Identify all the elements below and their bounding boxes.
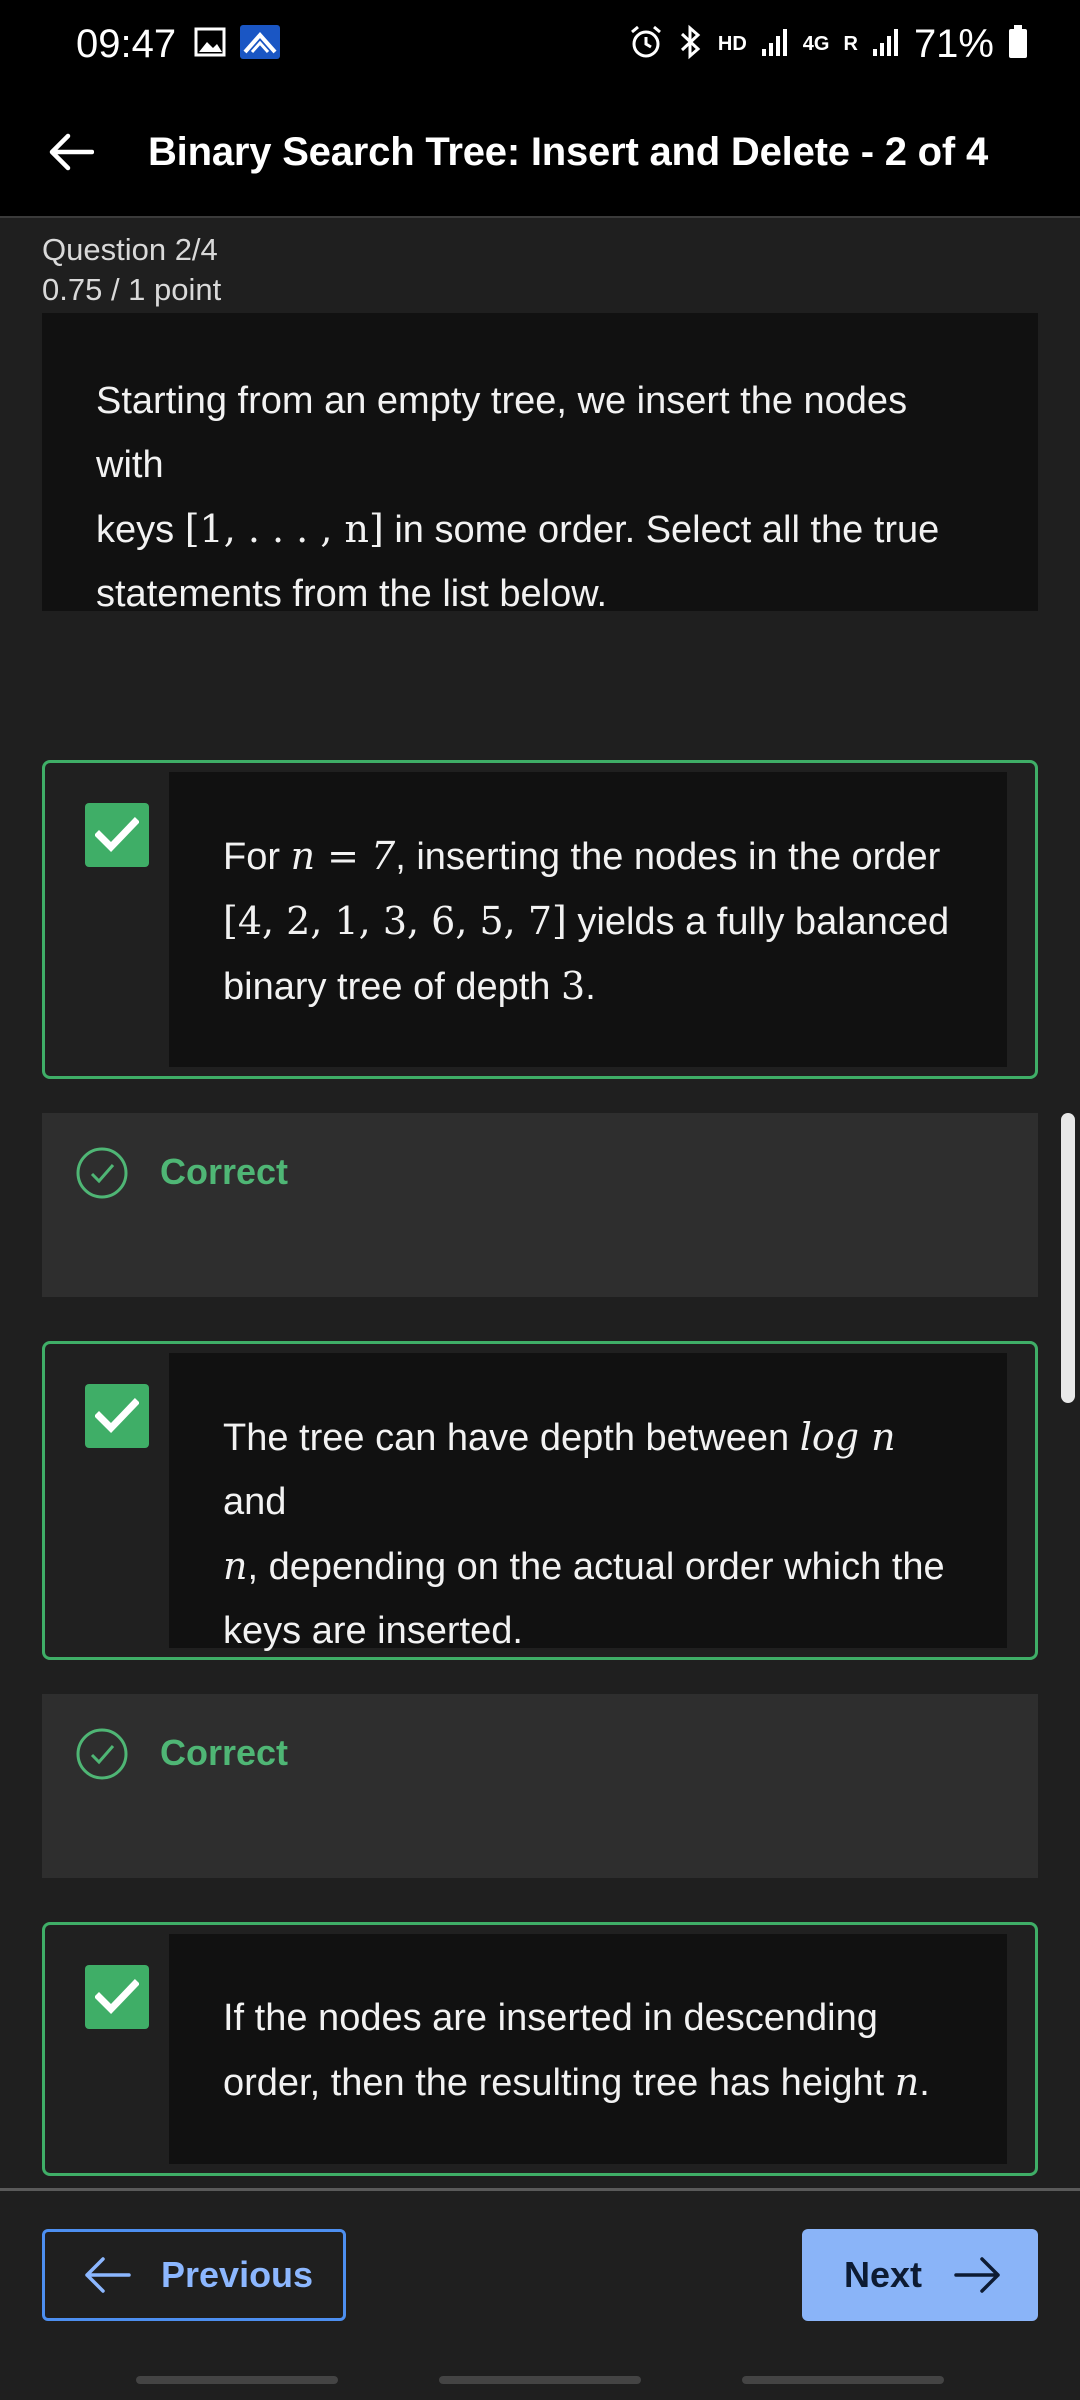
- check-icon: [95, 1979, 139, 2015]
- option-text-part: .: [585, 966, 596, 1008]
- bluetooth-icon: [678, 24, 704, 65]
- check-icon: [95, 1398, 139, 1434]
- question-prompt: Starting from an empty tree, we insert t…: [42, 313, 1038, 615]
- option-text-part: keys are inserted.: [223, 1610, 523, 1652]
- check-circle-icon: [76, 1728, 128, 1780]
- hd-label: HD: [717, 32, 747, 55]
- option-text-part: binary tree of depth: [223, 966, 561, 1008]
- answer-option-3[interactable]: If the nodes are inserted in descending …: [42, 1922, 1038, 2176]
- option-text-part: yields a fully balanced: [566, 901, 950, 943]
- feedback-label: Correct: [160, 1732, 289, 1773]
- battery-icon: [1008, 24, 1028, 64]
- arrow-left-icon: [49, 133, 94, 171]
- page-title: Binary Search Tree: Insert and Delete - …: [148, 129, 988, 174]
- signal-icon-2: [872, 27, 900, 62]
- option-math: log n: [799, 1415, 896, 1459]
- next-button[interactable]: Next: [802, 2229, 1038, 2321]
- prompt-text-3: in some order. Select all the true: [383, 509, 940, 551]
- bottom-navigation: Previous Next: [0, 2188, 1080, 2400]
- option-math: [4, 2, 1, 3, 6, 5, 7]: [223, 899, 567, 943]
- checkbox-checked[interactable]: [85, 1965, 149, 2029]
- roaming-label: R: [843, 32, 858, 55]
- system-nav-recents[interactable]: [136, 2376, 338, 2384]
- system-nav-home[interactable]: [439, 2376, 641, 2384]
- status-bar: 09:47 HD 4G R 71%: [0, 0, 1080, 88]
- option-text: If the nodes are inserted in descending …: [169, 1934, 1007, 2164]
- previous-label: Previous: [161, 2254, 314, 2295]
- status-time: 09:47: [76, 21, 177, 66]
- battery-level: 71%: [913, 21, 994, 66]
- option-text: For n = 7, inserting the nodes in the or…: [169, 772, 1007, 1067]
- prompt-text-4: statements from the list below.: [96, 573, 608, 615]
- checkbox-checked[interactable]: [85, 803, 149, 867]
- option-text-part: If the nodes are inserted in descending: [223, 1997, 878, 2039]
- option-text-part: and: [223, 1481, 287, 1523]
- option-text-part: , depending on the actual order which th…: [247, 1546, 945, 1588]
- option-text-part: For: [223, 836, 291, 878]
- network-4g-label: 4G: [802, 32, 830, 55]
- prompt-keys-math: [1, . . . , n]: [184, 507, 384, 551]
- option-math: n: [223, 1544, 248, 1588]
- question-meta: Question 2/4 0.75 / 1 point: [42, 230, 221, 310]
- question-number: Question 2/4: [42, 232, 218, 267]
- checkbox-checked[interactable]: [85, 1384, 149, 1448]
- prompt-text-2: keys: [96, 509, 175, 551]
- option-text: The tree can have depth between log n an…: [169, 1353, 1007, 1652]
- option-text-part: order, then the resulting tree has heigh…: [223, 2062, 895, 2104]
- answer-option-1[interactable]: For n = 7, inserting the nodes in the or…: [42, 760, 1038, 1079]
- option-text-part: , inserting the nodes in the order: [395, 836, 941, 878]
- feedback-panel-2: Correct: [42, 1694, 1038, 1878]
- question-score: 0.75 / 1 point: [42, 272, 222, 307]
- option-math: n = 7: [290, 834, 396, 878]
- alarm-icon: [628, 24, 664, 65]
- option-text-part: The tree can have depth between: [223, 1417, 800, 1459]
- option-text-part: .: [919, 2062, 930, 2104]
- feedback-panel-1: Correct: [42, 1113, 1038, 1297]
- app-notification-icon: [240, 24, 281, 64]
- signal-icon: [761, 27, 789, 62]
- app-bar: Binary Search Tree: Insert and Delete - …: [0, 88, 1080, 218]
- option-math: 3: [561, 964, 586, 1008]
- feedback-label: Correct: [160, 1151, 289, 1192]
- system-nav-back[interactable]: [742, 2376, 944, 2384]
- check-circle-icon: [76, 1147, 128, 1199]
- arrow-left-icon: [85, 2257, 131, 2293]
- arrow-right-icon: [954, 2257, 1000, 2293]
- gallery-icon: [194, 27, 226, 62]
- answer-option-2[interactable]: The tree can have depth between log n an…: [42, 1341, 1038, 1660]
- next-label: Next: [844, 2254, 923, 2295]
- option-math: n: [894, 2060, 920, 2104]
- prompt-text-1: Starting from an empty tree, we insert t…: [96, 380, 908, 486]
- check-icon: [95, 817, 139, 853]
- previous-button[interactable]: Previous: [42, 2229, 346, 2321]
- scrollbar-thumb[interactable]: [1061, 1113, 1075, 1403]
- back-button[interactable]: [0, 87, 140, 217]
